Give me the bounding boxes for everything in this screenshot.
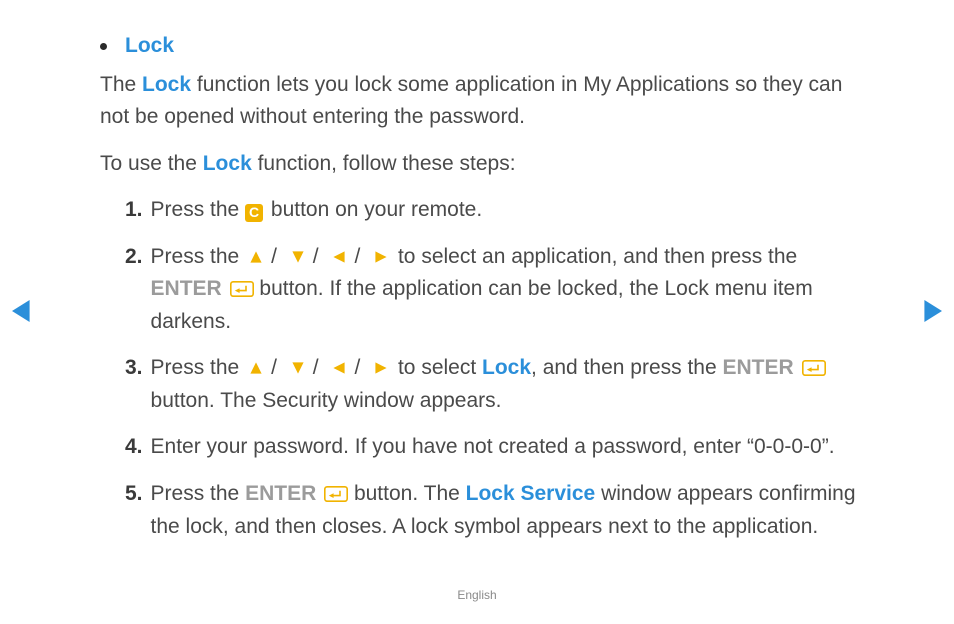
next-page-button[interactable]	[920, 300, 942, 322]
arrow-right-icon	[374, 250, 388, 264]
text: button. The	[354, 482, 466, 505]
arrow-down-icon	[291, 250, 305, 264]
step-body: Enter your password. If you have not cre…	[151, 431, 874, 464]
step-1: 1. Press the C button on your remote.	[125, 194, 874, 227]
text: function, follow these steps:	[252, 152, 516, 175]
step-body: Press the / / / to select Lock, and then…	[151, 352, 874, 417]
text: button on your remote.	[265, 198, 482, 221]
bullet-icon	[100, 43, 107, 50]
step-body: Press the ENTER button. The Lock Service…	[151, 478, 874, 543]
arrow-right-icon	[374, 361, 388, 375]
text: Press the	[151, 198, 246, 221]
lock-keyword: Lock	[482, 356, 531, 379]
text: function lets you lock some application …	[100, 73, 842, 129]
slash: /	[271, 356, 277, 379]
step-5: 5. Press the ENTER button. The Lock Serv…	[125, 478, 874, 543]
arrow-up-icon	[249, 361, 263, 375]
text: Press the	[151, 245, 246, 268]
section-heading: Lock	[100, 30, 874, 63]
text: Enter your password. If you have not cre…	[151, 435, 835, 458]
enter-label: ENTER	[151, 277, 222, 300]
slash: /	[313, 356, 319, 379]
step-number: 1.	[125, 194, 143, 227]
footer-language: English	[0, 588, 954, 602]
step-number: 3.	[125, 352, 143, 417]
lock-service-keyword: Lock Service	[466, 482, 596, 505]
text: to select	[398, 356, 482, 379]
prev-page-button[interactable]	[12, 300, 34, 322]
enter-icon	[324, 485, 348, 503]
slash: /	[271, 245, 277, 268]
prompt-paragraph: To use the Lock function, follow these s…	[100, 148, 874, 181]
lock-keyword: Lock	[203, 152, 252, 175]
text: Press the	[151, 356, 246, 379]
steps-list: 1. Press the C button on your remote. 2.…	[125, 194, 874, 543]
text: , and then press the	[531, 356, 722, 379]
slash: /	[354, 245, 360, 268]
step-number: 2.	[125, 241, 143, 339]
step-number: 5.	[125, 478, 143, 543]
intro-paragraph: The Lock function lets you lock some app…	[100, 69, 874, 134]
step-body: Press the / / / to select an application…	[151, 241, 874, 339]
text: The	[100, 73, 142, 96]
arrow-down-icon	[291, 361, 305, 375]
section-title: Lock	[125, 30, 174, 63]
lock-keyword: Lock	[142, 73, 191, 96]
arrow-left-icon	[332, 361, 346, 375]
step-body: Press the C button on your remote.	[151, 194, 874, 227]
chevron-right-icon	[920, 300, 942, 322]
arrow-left-icon	[332, 250, 346, 264]
c-button-icon: C	[245, 204, 263, 222]
text: to select an application, and then press…	[398, 245, 797, 268]
enter-label: ENTER	[723, 356, 794, 379]
slash: /	[313, 245, 319, 268]
text: To use the	[100, 152, 203, 175]
enter-label: ENTER	[245, 482, 316, 505]
step-number: 4.	[125, 431, 143, 464]
step-3: 3. Press the / / / to select Lock, and t…	[125, 352, 874, 417]
text: Press the	[151, 482, 246, 505]
arrow-up-icon	[249, 250, 263, 264]
page-content: Lock The Lock function lets you lock som…	[0, 0, 954, 543]
enter-icon	[230, 280, 254, 298]
step-2: 2. Press the / / / to select an applicat…	[125, 241, 874, 339]
step-4: 4. Enter your password. If you have not …	[125, 431, 874, 464]
enter-icon	[802, 359, 826, 377]
slash: /	[354, 356, 360, 379]
chevron-left-icon	[12, 300, 34, 322]
text: button. The Security window appears.	[151, 389, 502, 412]
